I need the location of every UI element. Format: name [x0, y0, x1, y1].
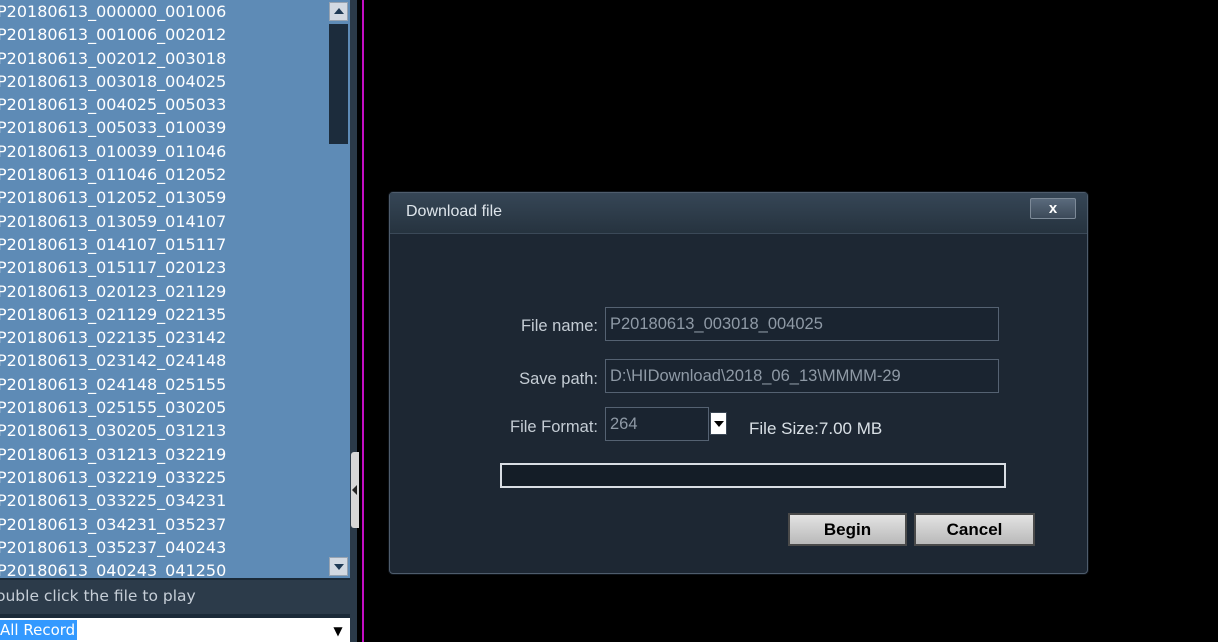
file-list-item[interactable]: P20180613_015117_020123	[0, 256, 328, 279]
video-area-border	[362, 0, 364, 642]
collapse-panel-handle-icon[interactable]	[351, 452, 359, 528]
file-list-item[interactable]: P20180613_012052_013059	[0, 186, 328, 209]
file-list-item[interactable]: P20180613_034231_035237	[0, 513, 328, 536]
file-list-item[interactable]: P20180613_004025_005033	[0, 93, 328, 116]
file-list-item[interactable]: P20180613_013059_014107	[0, 210, 328, 233]
chevron-down-icon[interactable]: ▼	[328, 620, 348, 640]
scroll-up-arrow-icon[interactable]	[329, 2, 348, 21]
file-list-item[interactable]: P20180613_040243_041250	[0, 559, 328, 578]
file-format-select[interactable]: 264	[605, 407, 709, 441]
play-hint-label: ouble click the file to play	[0, 587, 196, 605]
record-type-select[interactable]: All Record ▼	[0, 618, 350, 642]
file-list-item[interactable]: P20180613_000000_001006	[0, 0, 328, 23]
file-size-text: File Size:7.00 MB	[749, 419, 883, 438]
file-list-item[interactable]: P20180613_032219_033225	[0, 466, 328, 489]
record-type-selected-value: All Record	[0, 620, 78, 640]
recording-file-list[interactable]: P20180613_000000_001006 P20180613_001006_…	[0, 0, 328, 578]
file-list-item[interactable]: P20180613_021129_022135	[0, 303, 328, 326]
play-hint-text: ouble click the file to play	[0, 580, 350, 614]
file-list-item[interactable]: P20180613_033225_034231	[0, 489, 328, 512]
file-list-item[interactable]: P20180613_011046_012052	[0, 163, 328, 186]
begin-button[interactable]: Begin	[788, 513, 907, 546]
file-list-item[interactable]: P20180613_001006_002012	[0, 23, 328, 46]
scroll-thumb[interactable]	[329, 24, 348, 144]
download-progress-bar	[500, 463, 1006, 488]
file-list-item[interactable]: P20180613_003018_004025	[0, 70, 328, 93]
scroll-down-arrow-icon[interactable]	[329, 557, 348, 576]
file-list-item[interactable]: P20180613_030205_031213	[0, 419, 328, 442]
file-format-label: File Format:	[509, 418, 598, 436]
file-list-item[interactable]: P20180613_031213_032219	[0, 443, 328, 466]
file-list-item[interactable]: P20180613_024148_025155	[0, 373, 328, 396]
dialog-title-bar[interactable]: Download file x	[390, 193, 1087, 234]
file-list-item[interactable]: P20180613_002012_003018	[0, 47, 328, 70]
file-list-panel: P20180613_000000_001006 P20180613_001006_…	[0, 0, 359, 642]
file-list-item[interactable]: P20180613_025155_030205	[0, 396, 328, 419]
cancel-button[interactable]: Cancel	[914, 513, 1035, 546]
file-list-item[interactable]: P20180613_005033_010039	[0, 116, 328, 139]
file-list-item[interactable]: P20180613_035237_040243	[0, 536, 328, 559]
download-file-dialog: Download file x File name: P20180613_003…	[389, 192, 1088, 574]
file-list-item[interactable]: P20180613_022135_023142	[0, 326, 328, 349]
file-name-label: File name:	[520, 317, 598, 335]
file-name-field[interactable]: P20180613_003018_004025	[605, 307, 999, 341]
file-list-item[interactable]: P20180613_014107_015117	[0, 233, 328, 256]
close-button[interactable]: x	[1030, 198, 1076, 219]
chevron-down-icon[interactable]	[710, 412, 727, 435]
dialog-title: Download file	[406, 203, 503, 220]
file-list-item[interactable]: P20180613_010039_011046	[0, 140, 328, 163]
file-list-item[interactable]: P20180613_020123_021129	[0, 280, 328, 303]
file-list-item[interactable]: P20180613_023142_024148	[0, 349, 328, 372]
file-list-scrollbar[interactable]	[328, 0, 350, 578]
save-path-label: Save path:	[519, 370, 598, 388]
save-path-field[interactable]: D:\HIDownload\2018_06_13\MMMM-29	[605, 359, 999, 393]
panel-divider	[350, 0, 357, 642]
